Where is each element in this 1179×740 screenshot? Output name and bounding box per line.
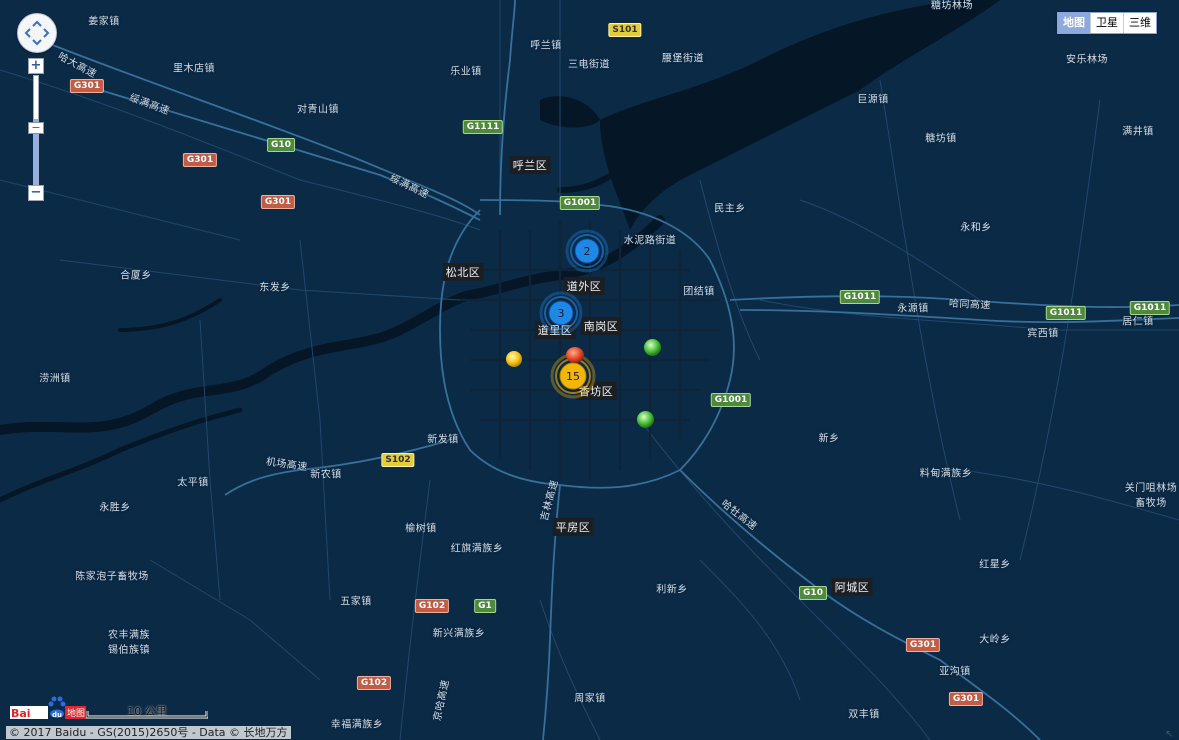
map-canvas[interactable]: 呼兰区 松北区 道外区 道里区 南岗区 香坊区 平房区 阿城区 姜家镇 呼兰镇 … — [0, 0, 1179, 740]
highway-shield: G1001 — [710, 393, 752, 407]
place-label: 对青山镇 — [297, 104, 339, 116]
highway-shield: G301 — [948, 692, 984, 706]
place-label: 三电街道 — [568, 59, 610, 71]
place-label: 榆树镇 — [405, 523, 437, 535]
place-label: 双丰镇 — [848, 709, 880, 721]
pan-arrows-icon — [24, 20, 50, 46]
district-label-acheng: 阿城区 — [831, 578, 873, 596]
place-label: 关门咀林场 畜牧场 — [1124, 483, 1178, 509]
resize-corner-icon[interactable]: ↖ — [1165, 729, 1173, 740]
place-label: 腰堡街道 — [662, 53, 704, 65]
place-label: 团结镇 — [683, 286, 715, 298]
highway-shield: G1001 — [559, 196, 601, 210]
place-label: 巨源镇 — [857, 94, 889, 106]
place-label: 永胜乡 — [99, 502, 131, 514]
highway-shield: G10 — [267, 138, 295, 152]
district-label-hulan: 呼兰区 — [509, 156, 551, 174]
highway-shield: G301 — [182, 153, 218, 167]
place-label: 糖坊镇 — [925, 133, 957, 145]
map-type-switcher: 地图 卫星 三维 — [1057, 12, 1157, 34]
place-label: 呼兰镇 — [530, 40, 562, 52]
point-marker-green[interactable] — [636, 410, 655, 429]
point-marker-red[interactable] — [565, 346, 585, 364]
place-label: 新乡 — [818, 433, 840, 445]
place-label: 陈家泡子畜牧场 — [75, 571, 149, 583]
place-label: 永源镇 — [897, 303, 929, 315]
scale-line — [86, 711, 208, 719]
place-label: 新兴满族乡 — [432, 628, 486, 640]
highway-shield: G301 — [69, 79, 105, 93]
highway-shield: S101 — [608, 23, 642, 37]
place-label: 合厦乡 — [120, 270, 152, 282]
baidu-map-logo: Bai du 地图 — [10, 694, 86, 722]
zoom-control: + − − — [28, 58, 44, 203]
district-label-nangang: 南岗区 — [580, 317, 622, 335]
zoom-out-button[interactable]: − — [28, 185, 44, 201]
district-label-songbei: 松北区 — [442, 263, 484, 281]
place-label: 民主乡 — [714, 203, 746, 215]
place-label: 安乐林场 — [1066, 54, 1108, 66]
highway-shield: G1011 — [1045, 306, 1087, 320]
highway-shield: S102 — [381, 453, 415, 467]
highway-shield: G10 — [799, 586, 827, 600]
district-label-pingfang: 平房区 — [552, 518, 594, 536]
zoom-slider-knob[interactable]: − — [28, 122, 44, 134]
place-label: 料甸满族乡 — [919, 468, 973, 480]
place-label: 新农镇 — [310, 469, 342, 481]
highway-shield: G102 — [356, 676, 392, 690]
highway-shield: G301 — [905, 638, 941, 652]
svg-text:地图: 地图 — [67, 707, 85, 719]
map-type-map-button[interactable]: 地图 — [1058, 13, 1090, 33]
scale-bar: 10 公里 — [86, 703, 208, 719]
road-label: 哈同高速 — [948, 298, 992, 312]
cluster-marker[interactable]: 3 — [539, 291, 583, 335]
highway-shield: G1 — [474, 599, 496, 613]
place-label: 乐业镇 — [450, 66, 482, 78]
cluster-count: 2 — [584, 245, 591, 258]
place-label: 红旗满族乡 — [450, 543, 504, 555]
highway-shield: G301 — [260, 195, 296, 209]
cluster-marker[interactable]: 2 — [565, 229, 609, 273]
place-label: 里木店镇 — [173, 63, 215, 75]
cluster-count: 3 — [558, 307, 565, 320]
pan-control[interactable] — [17, 13, 57, 53]
point-marker-green[interactable] — [643, 338, 662, 357]
place-label: 永和乡 — [960, 222, 992, 234]
highway-shield: G1011 — [839, 290, 881, 304]
place-label: 新发镇 — [427, 434, 459, 446]
zoom-in-button[interactable]: + — [28, 58, 44, 74]
place-label: 周家镇 — [574, 693, 606, 705]
place-label: 红星乡 — [979, 559, 1011, 571]
place-label: 水泥路街道 — [623, 235, 677, 247]
place-label: 糖坊林场 — [931, 0, 973, 12]
place-label: 太平镇 — [177, 477, 209, 489]
highway-shield: G1111 — [462, 120, 504, 134]
place-label: 幸福满族乡 — [330, 719, 384, 731]
highway-shield: G1011 — [1129, 301, 1171, 315]
svg-text:Bai: Bai — [11, 707, 31, 720]
place-label: 利新乡 — [656, 584, 688, 596]
baidu-paw-logo-icon: Bai du 地图 — [10, 696, 86, 720]
place-label: 宾西镇 — [1027, 328, 1059, 340]
map-type-satellite-button[interactable]: 卫星 — [1090, 13, 1123, 33]
place-label: 农丰满族 锡伯族镇 — [108, 630, 150, 656]
place-label: 大岭乡 — [979, 634, 1011, 646]
place-label: 满井镇 — [1122, 126, 1154, 138]
point-marker-yellow[interactable] — [505, 350, 523, 368]
highway-shield: G102 — [414, 599, 450, 613]
place-label: 东发乡 — [259, 282, 291, 294]
place-label: 五家镇 — [340, 596, 372, 608]
cluster-count: 15 — [566, 370, 580, 383]
place-label: 姜家镇 — [88, 16, 120, 28]
place-label: 涝洲镇 — [39, 373, 71, 385]
svg-text:du: du — [52, 711, 62, 719]
place-label: 亚沟镇 — [939, 666, 971, 678]
map-type-3d-button[interactable]: 三维 — [1123, 13, 1156, 33]
copyright-text: © 2017 Baidu - GS(2015)2650号 - Data © 长地… — [6, 726, 291, 739]
